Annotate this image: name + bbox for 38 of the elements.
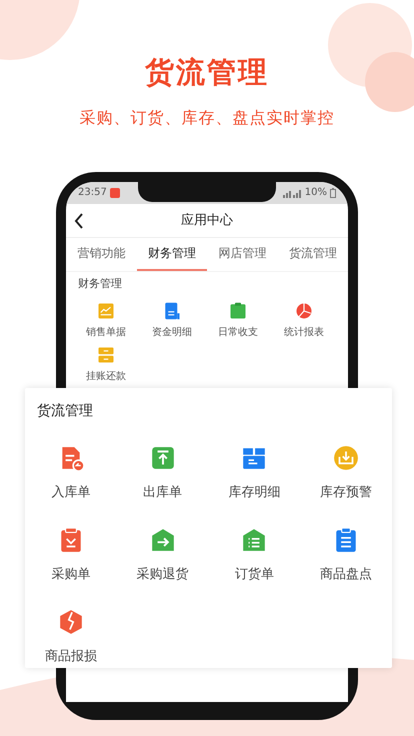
upload-icon: [150, 445, 176, 471]
menu-item[interactable]: 商品报损: [44, 647, 97, 667]
screen-title: 应用中心: [181, 212, 233, 228]
menu-item[interactable]: 统计报表: [284, 326, 324, 340]
menu-item[interactable]: 采购单: [51, 565, 90, 585]
tag-arrow-icon: [150, 527, 176, 553]
tab[interactable]: 货流管理: [278, 238, 348, 271]
menu-item[interactable]: 库存明细: [228, 483, 280, 503]
menu-item[interactable]: 出库单: [143, 483, 182, 503]
menu-item[interactable]: 采购退货: [136, 565, 189, 585]
section-title: 财务管理: [77, 276, 123, 292]
status-time: 23:57: [78, 187, 107, 199]
menu-item[interactable]: 日常收支: [218, 326, 258, 340]
broken-box-icon: [58, 609, 84, 635]
menu-item[interactable]: 库存预警: [320, 483, 372, 503]
card-title: 货流管理: [36, 402, 93, 421]
menu-item[interactable]: 资金明细: [152, 326, 192, 340]
menu-item[interactable]: 商品盘点: [320, 565, 372, 585]
signal-icon: [282, 188, 302, 198]
document-icon: [163, 302, 181, 320]
drawer-icon: [97, 346, 115, 364]
tag-list-icon: [241, 527, 268, 553]
battery-level: 10%: [304, 187, 327, 199]
document-icon: [97, 302, 115, 320]
notification-icon: [110, 188, 120, 198]
tab[interactable]: 营销功能: [66, 238, 136, 271]
clipboard-icon: [229, 302, 247, 320]
back-icon[interactable]: [74, 212, 84, 228]
menu-item[interactable]: 入库单: [51, 483, 90, 503]
pie-chart-icon: [295, 302, 313, 320]
tab[interactable]: 网店管理: [207, 238, 278, 271]
inbox-icon: [333, 445, 360, 471]
page-subtitle: 采购、订货、库存、盘点实时掌控: [78, 107, 336, 129]
battery-icon: [330, 188, 336, 198]
page-title: 货流管理: [144, 54, 270, 91]
menu-item[interactable]: 订货单: [234, 565, 274, 585]
menu-item[interactable]: 销售单据: [86, 326, 126, 340]
menu-item[interactable]: 挂账还款: [86, 370, 126, 384]
